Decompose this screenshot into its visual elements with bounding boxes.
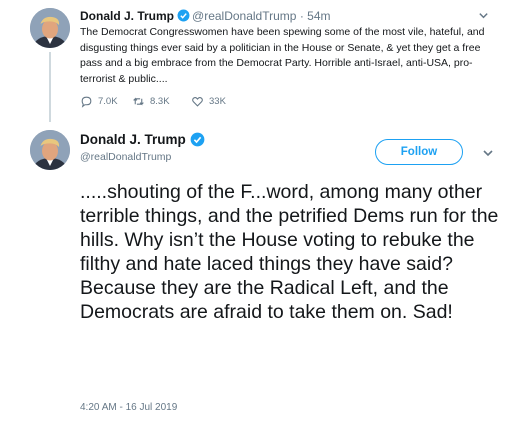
tweet-text: .....shouting of the F...word, among man… xyxy=(80,181,499,323)
profile-photo xyxy=(30,130,70,170)
avatar[interactable] xyxy=(30,130,70,170)
author-name[interactable]: Donald J. Trump xyxy=(80,9,174,23)
reply-count: 7.0K xyxy=(98,96,118,107)
chevron-down-icon[interactable] xyxy=(482,147,494,162)
like-count: 33K xyxy=(209,96,226,107)
author-handle[interactable]: @realDonaldTrump xyxy=(80,151,171,163)
tweet-text: The Democrat Congresswomen have been spe… xyxy=(80,26,485,85)
verified-badge-icon xyxy=(190,132,205,147)
like-button[interactable]: 33K xyxy=(191,95,226,108)
tweet-timestamp[interactable]: 4:20 AM - 16 Jul 2019 xyxy=(80,402,177,413)
chevron-down-icon[interactable] xyxy=(478,10,489,24)
verified-badge-icon xyxy=(177,9,190,22)
follow-button[interactable]: Follow xyxy=(375,139,463,165)
author-name-row: Donald J. Trump xyxy=(80,132,207,147)
separator-dot: · xyxy=(299,9,304,23)
retweet-count: 8.3K xyxy=(150,96,170,107)
reply-icon xyxy=(81,96,92,108)
avatar[interactable] xyxy=(30,8,70,48)
like-icon xyxy=(192,97,203,107)
thread-connector xyxy=(49,52,51,122)
reply-button[interactable]: 7.0K xyxy=(80,95,118,108)
profile-photo xyxy=(30,8,70,48)
tweet-actions: 7.0K 8.3K 33K xyxy=(80,95,320,111)
tweet-age[interactable]: 54m xyxy=(307,9,330,23)
retweet-button[interactable]: 8.3K xyxy=(132,95,170,108)
author-handle[interactable]: @realDonaldTrump xyxy=(192,9,296,23)
tweet-header: Donald J. Trump @realDonaldTrump · 54m xyxy=(80,8,480,24)
author-name[interactable]: Donald J. Trump xyxy=(80,132,186,147)
retweet-icon xyxy=(133,97,144,106)
